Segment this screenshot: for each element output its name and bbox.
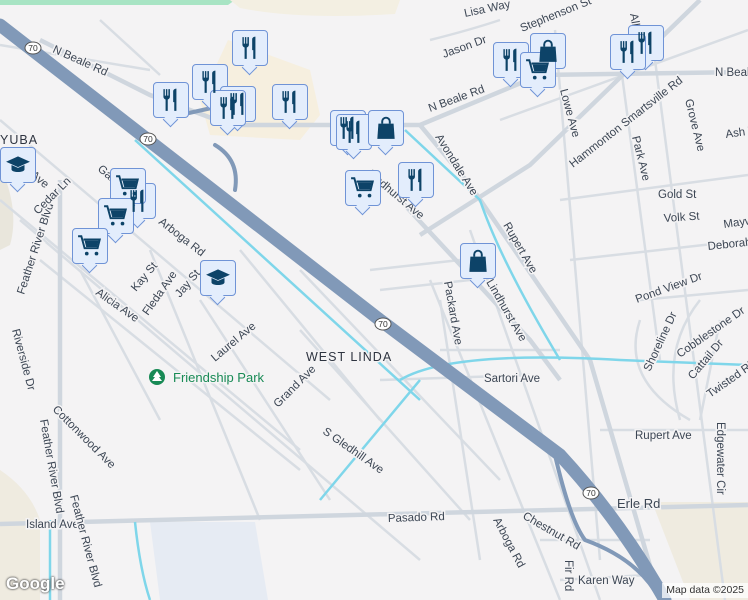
poi-marker-school[interactable] <box>0 147 36 183</box>
poi-marker-restaurant[interactable] <box>153 82 189 118</box>
school-icon <box>5 152 31 178</box>
svg-text:Arboga Rd: Arboga Rd <box>156 216 207 259</box>
svg-text:Jason Dr: Jason Dr <box>441 34 489 61</box>
svg-text:Rupert Ave: Rupert Ave <box>635 430 692 442</box>
area-label-yuba: YUBA <box>0 133 38 147</box>
svg-text:Rupert Ave: Rupert Ave <box>500 221 539 276</box>
restaurant-icon <box>498 47 524 73</box>
poi-marker-shopping-cart[interactable] <box>345 170 381 206</box>
svg-text:Arboga Rd: Arboga Rd <box>490 516 526 570</box>
poi-marker-shopping-cart[interactable] <box>72 228 108 264</box>
poi-marker-restaurant[interactable] <box>398 162 434 198</box>
svg-text:70: 70 <box>143 134 153 144</box>
highway-shield: 70 <box>374 317 392 331</box>
sand-area <box>230 0 400 16</box>
poi-marker-shopping-bag[interactable] <box>460 243 496 279</box>
svg-text:Karen Way: Karen Way <box>578 575 635 587</box>
svg-text:N Beale: N Beale <box>715 67 748 79</box>
restaurant-icon <box>237 35 263 61</box>
poi-marker-restaurant[interactable] <box>232 30 268 66</box>
poi-marker-school[interactable] <box>200 260 236 296</box>
poi-marker-shopping-cart[interactable] <box>110 168 146 204</box>
google-logo: Google <box>6 574 65 593</box>
poi-marker-shopping-bag[interactable] <box>368 110 404 146</box>
shopping-bag-icon <box>465 248 491 274</box>
svg-text:Friendship Park: Friendship Park <box>173 370 265 385</box>
svg-text:70: 70 <box>586 488 596 498</box>
svg-text:Lisa Way: Lisa Way <box>463 0 512 20</box>
svg-text:Feather River Blvd: Feather River Blvd <box>67 494 103 589</box>
svg-text:Riverside Dr: Riverside Dr <box>9 328 37 392</box>
highway-shield: 70 <box>582 486 600 500</box>
svg-text:Grove Ave: Grove Ave <box>682 98 707 153</box>
svg-text:Ash Way: Ash Way <box>725 123 748 141</box>
shopping-cart-icon <box>77 233 103 259</box>
shopping-cart-icon <box>115 173 141 199</box>
restaurant-icon <box>403 167 429 193</box>
svg-text:Sartori Ave: Sartori Ave <box>484 373 540 385</box>
poi-marker-shopping-cart[interactable] <box>98 198 134 234</box>
green-area <box>0 0 235 5</box>
svg-text:70: 70 <box>378 319 388 329</box>
school-icon <box>205 265 231 291</box>
restaurant-icon <box>197 69 223 95</box>
svg-text:Fir Rd: Fir Rd <box>562 560 574 591</box>
shopping-cart-icon <box>103 203 129 229</box>
park-friendship[interactable]: Friendship Park <box>149 369 266 387</box>
map-canvas[interactable]: 70 70 70 70 N Beale Rd N Beale Rd N Bea l… <box>0 0 748 600</box>
highway-shield: 70 <box>24 41 42 55</box>
poi-marker-shopping-cart[interactable] <box>520 52 556 88</box>
svg-text:Erle Rd: Erle Rd <box>617 496 660 511</box>
restaurant-icon <box>341 119 367 145</box>
svg-text:Pond View Dr: Pond View Dr <box>634 271 704 306</box>
svg-text:Stephenson St: Stephenson St <box>519 0 594 35</box>
highway-shield: 70 <box>139 132 157 146</box>
svg-text:Pasado Rd: Pasado Rd <box>388 511 445 525</box>
street-labels: N Beale Rd N Beale Rd N Beale Lisa Way S… <box>8 0 748 593</box>
map-attribution: Map data ©2025 <box>662 583 748 598</box>
restaurant-icon <box>215 95 241 121</box>
svg-text:Mayw: Mayw <box>723 215 748 231</box>
poi-marker-restaurant[interactable] <box>610 34 646 70</box>
shopping-cart-icon <box>525 57 551 83</box>
svg-text:Feather River Blvd: Feather River Blvd <box>15 202 56 296</box>
svg-text:Deborah: Deborah <box>707 236 748 253</box>
svg-text:Edgewater Cir: Edgewater Cir <box>714 422 726 495</box>
svg-text:Island Ave: Island Ave <box>26 519 79 531</box>
shopping-cart-icon <box>350 175 376 201</box>
poi-marker-restaurant[interactable] <box>493 42 529 78</box>
svg-text:Avondale Ave: Avondale Ave <box>432 132 479 198</box>
restaurant-icon <box>158 87 184 113</box>
svg-text:Volk St: Volk St <box>663 210 700 225</box>
shopping-bag-icon <box>373 115 399 141</box>
poi-marker-restaurant[interactable] <box>336 114 372 150</box>
area-label-west-linda: WEST LINDA <box>306 350 392 364</box>
restaurant-icon <box>277 89 303 115</box>
svg-text:70: 70 <box>28 43 38 53</box>
poi-marker-restaurant[interactable] <box>272 84 308 120</box>
svg-text:Lowe Ave: Lowe Ave <box>557 88 581 139</box>
poi-marker-restaurant[interactable] <box>210 90 246 126</box>
svg-text:Gold St: Gold St <box>658 189 697 201</box>
restaurant-icon <box>615 39 641 65</box>
water-area <box>150 522 268 600</box>
